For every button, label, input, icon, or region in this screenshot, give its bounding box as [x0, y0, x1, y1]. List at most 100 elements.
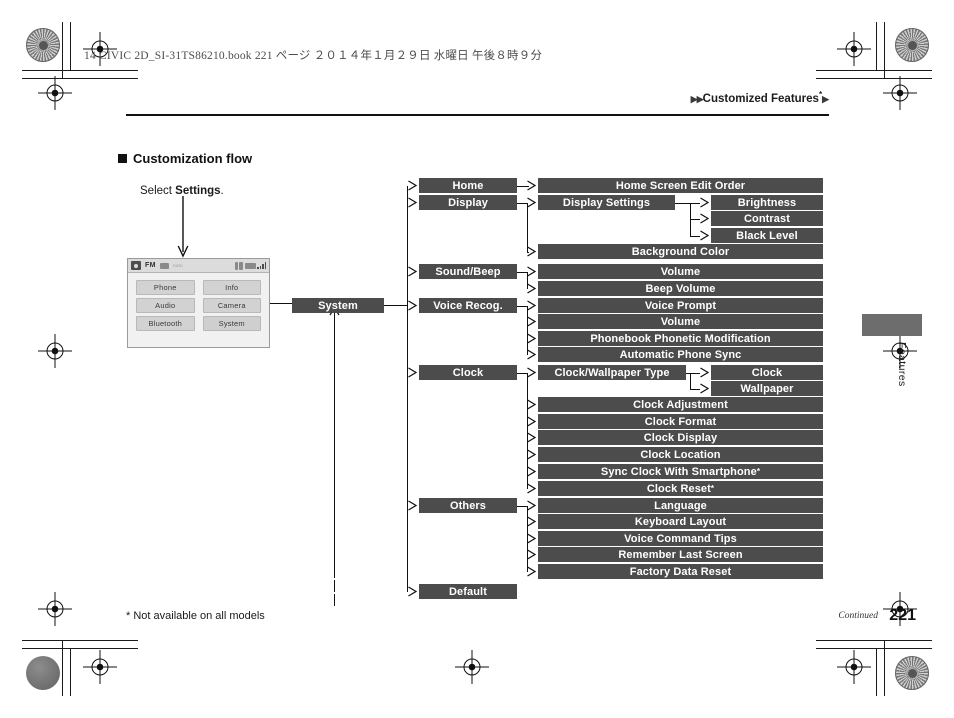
- connector-display-to-background: [527, 252, 529, 253]
- screen-menu-grid: Phone Info Audio Camera Bluetooth System: [128, 273, 269, 338]
- flow-box-default[interactable]: Default: [419, 584, 517, 599]
- crop-mark: [816, 70, 932, 71]
- flow-box-sync-clock-with-smartphone-label: Sync Clock With Smartphone: [600, 465, 757, 478]
- flow-box-display[interactable]: Display: [419, 195, 517, 210]
- registration-crosshair-right-upper: [883, 76, 917, 110]
- flow-box-display-settings[interactable]: Display Settings: [538, 195, 675, 210]
- flow-box-wallpaper[interactable]: Wallpaper: [711, 381, 823, 396]
- flow-box-clock-display[interactable]: Clock Display: [538, 430, 823, 445]
- screen-badge-icon: [159, 262, 169, 269]
- flow-box-factory-data-reset[interactable]: Factory Data Reset: [538, 564, 823, 579]
- bullet-square-icon: [118, 154, 127, 163]
- connector-clock-type-out: [686, 373, 700, 374]
- flow-box-remember-last-screen[interactable]: Remember Last Screen: [538, 547, 823, 562]
- arrow-icon-to-home: [408, 180, 417, 191]
- arrow-icon-to-wallpaper: [700, 383, 709, 394]
- head-unit-screen: FM Auto Phone Info Audio Camera Bluetoot…: [127, 258, 270, 348]
- flow-box-contrast-label: Contrast: [743, 212, 791, 225]
- flow-box-system[interactable]: System: [292, 298, 384, 313]
- screen-tile-audio[interactable]: Audio: [136, 298, 195, 313]
- arrow-icon-to-others: [408, 500, 417, 511]
- flow-box-clock[interactable]: Clock: [419, 365, 517, 380]
- arrow-icon-to-default: [408, 586, 417, 597]
- running-head-right-marker: ▶: [822, 93, 829, 104]
- connector-sound-trunk: [527, 272, 528, 289]
- registration-star-top-left: [26, 28, 60, 62]
- flow-box-language[interactable]: Language: [538, 498, 823, 513]
- flow-box-voice-command-tips[interactable]: Voice Command Tips: [538, 531, 823, 546]
- bluetooth-icon: [234, 261, 238, 270]
- flow-box-home[interactable]: Home: [419, 178, 517, 193]
- flow-box-sound-beep-label: Sound/Beep: [435, 265, 501, 278]
- flow-box-keyboard-layout[interactable]: Keyboard Layout: [538, 514, 823, 529]
- flow-box-others[interactable]: Others: [419, 498, 517, 513]
- flow-box-automatic-phone-sync[interactable]: Automatic Phone Sync: [538, 347, 823, 362]
- flow-box-sync-clock-with-smartphone[interactable]: Sync Clock With Smartphone *: [538, 464, 823, 479]
- arrow-icon-to-clock-location: [527, 449, 536, 460]
- connector-others-out: [517, 506, 527, 507]
- flow-box-phonebook-phonetic-modification[interactable]: Phonebook Phonetic Modification: [538, 331, 823, 346]
- flow-box-clock-reset-label: Clock Reset: [646, 482, 711, 495]
- arrow-icon-to-sync-clock-with-smartphone: [527, 466, 536, 477]
- flow-box-volume-voice-label: Volume: [660, 315, 701, 328]
- flow-box-clock-adjustment[interactable]: Clock Adjustment: [538, 397, 823, 412]
- settings-gear-icon: [131, 261, 141, 270]
- screen-faint-label: Auto: [172, 263, 183, 268]
- flow-box-beep-volume[interactable]: Beep Volume: [538, 281, 823, 296]
- flow-box-clock-display-label: Clock Display: [643, 431, 718, 444]
- screen-tile-phone[interactable]: Phone: [136, 280, 195, 295]
- crop-mark: [22, 648, 138, 649]
- page-number: 221: [889, 607, 916, 624]
- flow-box-contrast[interactable]: Contrast: [711, 211, 823, 226]
- flow-box-volume-voice[interactable]: Volume: [538, 314, 823, 329]
- crop-mark: [22, 78, 138, 79]
- battery-icon: [244, 262, 256, 269]
- flow-box-home-screen-edit-order-label: Home Screen Edit Order: [615, 179, 746, 192]
- flow-box-automatic-phone-sync-label: Automatic Phone Sync: [619, 348, 742, 361]
- flow-box-voice-prompt[interactable]: Voice Prompt: [538, 298, 823, 313]
- screen-tile-system[interactable]: System: [202, 316, 261, 331]
- arrow-icon-to-display: [408, 197, 417, 208]
- flow-box-brightness-label: Brightness: [737, 196, 797, 209]
- flow-box-home-screen-edit-order[interactable]: Home Screen Edit Order: [538, 178, 823, 193]
- crop-mark: [884, 640, 885, 696]
- arrow-icon-to-sound-beep: [408, 266, 417, 277]
- connector-home-branch: [517, 186, 529, 187]
- flow-box-volume-sound[interactable]: Volume: [538, 264, 823, 279]
- connector-display-settings-out: [675, 203, 700, 204]
- connector-voice-trunk: [527, 306, 528, 355]
- crop-mark: [70, 648, 71, 696]
- asterisk-icon: *: [710, 484, 715, 493]
- flow-box-background-color[interactable]: Background Color: [538, 244, 823, 259]
- flow-box-black-level-label: Black Level: [736, 229, 798, 242]
- flow-box-clock-type[interactable]: Clock: [711, 365, 823, 380]
- screen-tile-bluetooth[interactable]: Bluetooth: [136, 316, 195, 331]
- registration-crosshair-bottom-right: [837, 650, 871, 684]
- select-note-prefix: Select: [140, 185, 176, 197]
- flow-box-black-level[interactable]: Black Level: [711, 228, 823, 243]
- flow-box-system-label: System: [318, 299, 358, 312]
- flow-box-sound-beep[interactable]: Sound/Beep: [419, 264, 517, 279]
- connector-sound-out: [517, 272, 527, 273]
- screen-tile-info[interactable]: Info: [202, 280, 261, 295]
- flow-box-clock-label: Clock: [452, 366, 484, 379]
- screen-tile-camera[interactable]: Camera: [202, 298, 261, 313]
- continued-label: Continued: [838, 611, 878, 621]
- arrow-icon-to-voice-prompt: [527, 300, 536, 311]
- arrow-icon-to-volume-sound: [527, 266, 536, 277]
- crop-mark: [70, 22, 71, 70]
- flow-box-clock-format[interactable]: Clock Format: [538, 414, 823, 429]
- flow-box-clock-reset[interactable]: Clock Reset *: [538, 481, 823, 496]
- flow-box-clock-wallpaper-type[interactable]: Clock/Wallpaper Type: [538, 365, 686, 380]
- print-slug: 14 CIVIC 2D_SI-31TS86210.book 221 ページ ２０…: [84, 50, 543, 62]
- arrow-icon-to-automatic-phone-sync: [527, 349, 536, 360]
- flow-box-clock-location[interactable]: Clock Location: [538, 447, 823, 462]
- registration-star-bottom-right: [895, 656, 929, 690]
- crop-mark: [22, 640, 138, 641]
- registration-star-top-right: [895, 28, 929, 62]
- flow-box-brightness[interactable]: Brightness: [711, 195, 823, 210]
- connector-clock-out: [517, 373, 527, 374]
- flow-box-voice-command-tips-label: Voice Command Tips: [624, 532, 737, 545]
- flow-box-voice-recog[interactable]: Voice Recog.: [419, 298, 517, 313]
- down-arrow-icon: [176, 196, 190, 258]
